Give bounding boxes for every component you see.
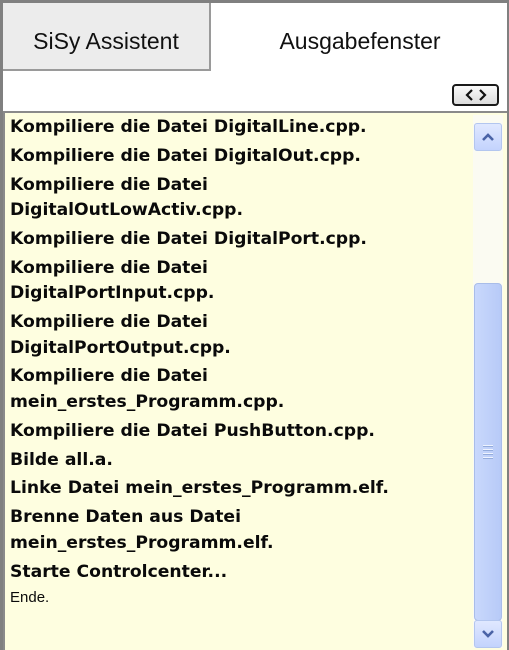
expand-button[interactable] bbox=[452, 84, 499, 106]
log-line: Brenne Daten aus Datei mein_erstes_Progr… bbox=[10, 507, 274, 553]
output-toolbar bbox=[3, 72, 507, 110]
log-line: Kompiliere die Datei DigitalPort.cpp. bbox=[10, 228, 367, 249]
output-panel: SiSy Assistent Ausgabefenster Kompiliere… bbox=[0, 0, 509, 650]
scroll-up-button[interactable] bbox=[474, 123, 502, 151]
log-line: Bilde all.a. bbox=[10, 449, 113, 470]
tab-ausgabefenster[interactable]: Ausgabefenster bbox=[213, 3, 507, 69]
log-line: Kompiliere die Datei DigitalPortOutput.c… bbox=[10, 312, 231, 358]
output-lines: Kompiliere die Datei DigitalLine.cpp. Kom… bbox=[10, 115, 468, 613]
scroll-thumb[interactable] bbox=[474, 283, 502, 621]
scroll-down-button[interactable] bbox=[474, 620, 502, 648]
log-line-end: Ende. bbox=[10, 589, 50, 607]
grip-icon bbox=[483, 445, 493, 459]
output-log: Kompiliere die Datei DigitalLine.cpp. Kom… bbox=[3, 111, 507, 650]
chevron-up-icon bbox=[482, 133, 494, 141]
log-line: Kompiliere die Datei mein_erstes_Program… bbox=[10, 366, 285, 413]
log-line: Kompiliere die Datei DigitalOutLowActiv.… bbox=[10, 174, 244, 221]
expand-collapse-icon bbox=[464, 89, 487, 101]
tab-bar: SiSy Assistent Ausgabefenster bbox=[3, 3, 507, 72]
log-line: Kompiliere die Datei PushButton.cpp. bbox=[10, 420, 375, 441]
chevron-down-icon bbox=[482, 630, 494, 638]
log-line: Kompiliere die Datei DigitalOut.cpp. bbox=[10, 145, 361, 166]
tab-sisy-assistent[interactable]: SiSy Assistent bbox=[3, 3, 211, 71]
log-line: Starte Controlcenter... bbox=[10, 561, 228, 582]
vertical-scrollbar[interactable] bbox=[473, 115, 503, 648]
log-line: Kompiliere die Datei DigitalPortInput.cp… bbox=[10, 257, 215, 304]
log-line: Linke Datei mein_erstes_Programm.elf. bbox=[10, 478, 389, 499]
log-line: Kompiliere die Datei DigitalLine.cpp. bbox=[10, 117, 367, 137]
